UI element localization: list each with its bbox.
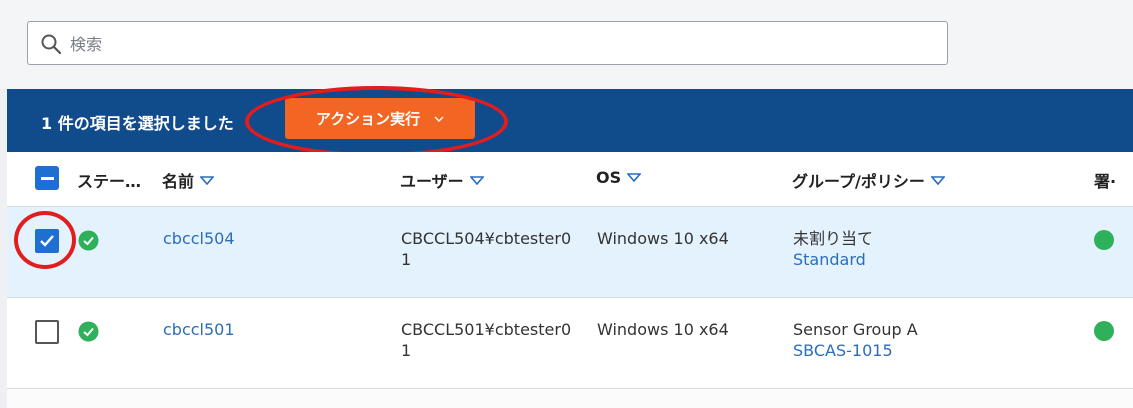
sort-down-icon[interactable] <box>930 175 945 185</box>
signature-status-dot <box>1094 230 1114 250</box>
minus-icon <box>40 176 54 180</box>
search-icon <box>41 34 62 55</box>
selection-bar: 1 件の項目を選択しました アクション実行 <box>7 89 1133 152</box>
group-name: 未割り当て <box>793 229 874 248</box>
os-cell: Windows 10 x64 <box>597 229 729 248</box>
status-ok-icon <box>78 321 99 342</box>
device-name-link[interactable]: cbccl504 <box>163 228 235 249</box>
status-ok-icon <box>78 230 99 251</box>
column-group-policy-label: グループ/ポリシー <box>792 172 925 191</box>
column-group-policy[interactable]: グループ/ポリシー <box>792 168 945 192</box>
annotation-circle-checkbox <box>14 211 76 269</box>
column-signature-label: 署· <box>1094 172 1117 191</box>
user-line: CBCCL504¥cbtester0 <box>401 229 572 248</box>
group-name: Sensor Group A <box>793 320 918 339</box>
column-status[interactable]: ステー… <box>77 168 141 192</box>
table-header: ステー… 名前 ユーザー OS グループ/ポリシー 署· <box>7 152 1133 207</box>
user-cell: CBCCL501¥cbtester0 1 <box>401 319 571 361</box>
column-name-label: 名前 <box>162 172 195 191</box>
os-cell: Windows 10 x64 <box>597 320 729 339</box>
user-cell: CBCCL504¥cbtester0 1 <box>401 228 571 270</box>
column-name[interactable]: 名前 <box>162 168 215 192</box>
sort-down-icon[interactable] <box>627 173 642 182</box>
next-row-partial <box>7 389 1133 408</box>
policy-link[interactable]: Standard <box>793 249 873 270</box>
user-line: CBCCL501¥cbtester0 <box>401 320 572 339</box>
policy-link[interactable]: SBCAS-1015 <box>793 340 918 361</box>
device-name-link[interactable]: cbccl501 <box>163 319 235 340</box>
table-row[interactable]: cbccl504 CBCCL504¥cbtester0 1 Windows 10… <box>7 207 1133 298</box>
group-policy-cell: 未割り当て Standard <box>793 228 873 270</box>
table-row[interactable]: cbccl501 CBCCL501¥cbtester0 1 Windows 10… <box>7 298 1133 389</box>
search-area <box>0 0 1133 89</box>
group-policy-cell: Sensor Group A SBCAS-1015 <box>793 319 918 361</box>
sort-down-icon[interactable] <box>200 175 215 185</box>
annotation-circle-action <box>245 86 508 157</box>
search-input[interactable] <box>68 22 932 66</box>
user-line: 1 <box>401 250 412 269</box>
selection-count-text: 1 件の項目を選択しました <box>41 114 234 133</box>
column-status-label: ステー… <box>77 172 142 191</box>
column-os-label: OS <box>596 168 622 187</box>
column-os[interactable]: OS <box>596 168 642 187</box>
select-all-checkbox[interactable] <box>35 166 59 190</box>
search-box[interactable] <box>27 21 948 66</box>
column-signature[interactable]: 署· <box>1094 168 1116 192</box>
signature-status-dot <box>1094 321 1114 341</box>
row-checkbox[interactable] <box>35 320 59 344</box>
user-line: 1 <box>401 341 412 360</box>
sort-down-icon[interactable] <box>469 175 484 185</box>
column-user[interactable]: ユーザー <box>400 168 484 192</box>
column-user-label: ユーザー <box>400 172 464 191</box>
